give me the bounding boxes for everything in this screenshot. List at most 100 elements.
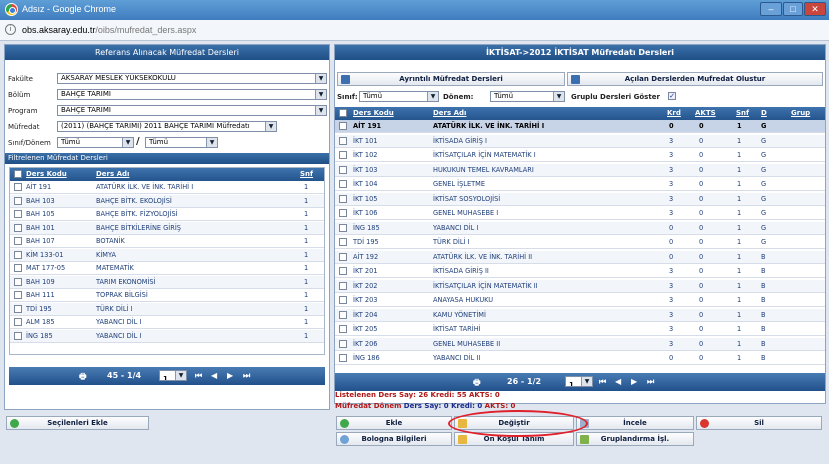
table-row[interactable]: BAH 105 BAHÇE BİTK. FİZYOLOJİSİ 1 — [10, 208, 324, 221]
page-info-icon[interactable]: i — [5, 24, 16, 35]
row-checkbox[interactable] — [14, 277, 22, 286]
row-checkbox[interactable] — [14, 250, 22, 259]
minimize-button[interactable]: ‒ — [760, 2, 782, 16]
table-row[interactable]: BAH 109 TARIM EKONOMİSİ 1 — [10, 275, 324, 289]
table-row[interactable]: TDİ 195 TÜRK DİLİ I 0 0 1 G — [335, 236, 825, 249]
table-row[interactable]: İKT 205 İKTİSAT TARİHİ 3 0 1 B — [335, 323, 825, 336]
row-checkbox[interactable] — [339, 267, 347, 275]
row-checkbox[interactable] — [339, 252, 347, 261]
row-checkbox[interactable] — [339, 310, 347, 319]
term-filter-select[interactable]: Tümü ▼ — [490, 91, 565, 102]
table-row[interactable]: AİT 191 ATATÜRK İLK. VE İNK. TARİHİ I 1 — [10, 181, 324, 194]
department-select[interactable]: BAHÇE TARIMI ▼ — [57, 89, 327, 100]
page-select[interactable]: 1 ▼ — [159, 370, 187, 381]
table-row[interactable]: İKT 201 İKTİSADA GİRİŞ II 3 0 1 B — [335, 265, 825, 278]
table-row[interactable]: İNG 186 YABANCI DİL II 0 0 1 B — [335, 352, 825, 365]
select-all-checkbox[interactable] — [14, 170, 22, 178]
table-row[interactable]: AİT 192 ATATÜRK İLK. VE İNK. TARİHİ II 0 0 1… — [335, 250, 825, 264]
row-checkbox[interactable] — [14, 331, 22, 340]
print-icon[interactable]: 🖶 — [473, 377, 481, 391]
row-checkbox[interactable] — [339, 281, 347, 290]
table-row[interactable]: BAH 101 BAHÇE BİTKİLERİNE GİRİŞ 1 — [10, 221, 324, 235]
col-class[interactable]: Snf — [300, 168, 313, 181]
last-page-icon[interactable]: ⏭ — [647, 377, 654, 387]
row-checkbox[interactable] — [14, 223, 22, 232]
row-checkbox[interactable] — [14, 210, 22, 218]
address-bar[interactable]: i obs.aksaray.edu.tr/oibs/mufredat_ders.… — [0, 20, 829, 41]
detailed-courses-button[interactable]: Ayrıntılı Müfredat Dersleri — [337, 72, 565, 86]
col-course-name[interactable]: Ders Adı — [96, 168, 129, 181]
row-checkbox[interactable] — [339, 339, 347, 348]
table-row[interactable]: İKT 202 İKTİSATÇILAR İÇİN MATEMATİK II 3 0 1… — [335, 279, 825, 293]
curriculum-select[interactable]: (2011) (BAHÇE TARIMI) 2011 BAHÇE TARIMI … — [57, 121, 277, 132]
row-checkbox[interactable] — [339, 354, 347, 362]
row-checkbox[interactable] — [339, 122, 347, 130]
inspect-button[interactable]: İncele — [576, 416, 694, 430]
close-window-button[interactable]: ✕ — [804, 2, 826, 16]
table-row[interactable]: İKT 103 HUKUKUN TEMEL KAVRAMLARI 3 0 1 G — [335, 163, 825, 177]
table-row[interactable]: İKT 204 KAMU YÖNETİMİ 3 0 1 B — [335, 308, 825, 322]
select-all-checkbox[interactable] — [339, 109, 347, 117]
add-button[interactable]: Ekle — [336, 416, 452, 430]
page-select[interactable]: 1 ▼ — [565, 376, 593, 387]
term-select[interactable]: Tümü ▼ — [145, 137, 218, 148]
create-curriculum-button[interactable]: Açılan Derslerden Mufredat Olustur — [567, 72, 823, 86]
col-group[interactable]: Grup — [791, 107, 810, 120]
grouping-button[interactable]: Gruplandırma İşl. — [576, 432, 694, 446]
add-selected-button[interactable]: Seçilenleri Ekle — [6, 416, 149, 430]
table-row[interactable]: İKT 104 GENEL İŞLETME 3 0 1 G — [335, 178, 825, 191]
table-row[interactable]: ALM 185 YABANCI DİL I 1 — [10, 316, 324, 329]
row-checkbox[interactable] — [339, 223, 347, 232]
print-icon[interactable]: 🖶 — [79, 371, 87, 385]
row-checkbox[interactable] — [339, 151, 347, 159]
maximize-button[interactable]: □ — [783, 2, 803, 16]
col-class[interactable]: Snf — [736, 107, 749, 120]
table-row[interactable]: AİT 191 ATATÜRK İLK. VE İNK. TARİHİ I 0 0 1 G — [335, 120, 825, 133]
col-term[interactable]: D — [761, 107, 767, 120]
row-checkbox[interactable] — [339, 136, 347, 145]
first-page-icon[interactable]: ⏮ — [599, 377, 606, 387]
table-row[interactable]: BAH 107 BOTANİK 1 — [10, 235, 324, 248]
col-course-name[interactable]: Ders Adı — [433, 107, 466, 120]
row-checkbox[interactable] — [14, 291, 22, 299]
first-page-icon[interactable]: ⏮ — [195, 371, 202, 381]
row-checkbox[interactable] — [14, 183, 22, 191]
table-row[interactable]: BAH 103 BAHÇE BİTK. EKOLOJİSİ 1 — [10, 194, 324, 208]
class-select[interactable]: Tümü ▼ — [57, 137, 134, 148]
table-row[interactable]: İKT 105 İKTİSAT SOSYOLOJİSİ 3 0 1 G — [335, 192, 825, 206]
table-row[interactable]: İKT 206 GENEL MUHASEBE II 3 0 1 B — [335, 337, 825, 351]
row-checkbox[interactable] — [14, 264, 22, 272]
table-row[interactable]: İNG 185 YABANCI DİL I 1 — [10, 329, 324, 343]
col-course-code[interactable]: Ders Kodu — [353, 107, 394, 120]
faculty-select[interactable]: AKSARAY MESLEK YÜKSEKOKULU ▼ — [57, 73, 327, 84]
next-page-icon[interactable]: ▶ — [631, 377, 637, 386]
url-text[interactable]: obs.aksaray.edu.tr/oibs/mufredat_ders.as… — [22, 25, 196, 35]
table-row[interactable]: MAT 177-05 MATEMATİK 1 — [10, 262, 324, 275]
row-checkbox[interactable] — [14, 318, 22, 326]
table-row[interactable]: KİM 133-01 KİMYA 1 — [10, 248, 324, 262]
table-row[interactable]: İKT 106 GENEL MUHASEBE I 3 0 1 G — [335, 207, 825, 220]
row-checkbox[interactable] — [339, 209, 347, 217]
bologna-info-button[interactable]: Bologna Bilgileri — [336, 432, 452, 446]
table-row[interactable]: İNG 185 YABANCI DİL I 0 0 1 G — [335, 221, 825, 235]
row-checkbox[interactable] — [339, 194, 347, 203]
table-row[interactable]: İKT 102 İKTİSATÇILAR İÇİN MATEMATİK I 3 0 1 G — [335, 149, 825, 162]
table-row[interactable]: İKT 101 İKTİSADA GİRİŞ I 3 0 1 G — [335, 134, 825, 148]
table-row[interactable]: BAH 111 TOPRAK BİLGİSİ 1 — [10, 289, 324, 302]
next-page-icon[interactable]: ▶ — [227, 371, 233, 380]
row-checkbox[interactable] — [339, 296, 347, 304]
program-select[interactable]: BAHÇE TARIMI ▼ — [57, 105, 327, 116]
row-checkbox[interactable] — [14, 304, 22, 313]
row-checkbox[interactable] — [339, 238, 347, 246]
col-ects[interactable]: AKTS — [695, 107, 716, 120]
row-checkbox[interactable] — [14, 237, 22, 245]
last-page-icon[interactable]: ⏭ — [243, 371, 250, 381]
delete-button[interactable]: Sil — [696, 416, 822, 430]
row-checkbox[interactable] — [339, 180, 347, 188]
row-checkbox[interactable] — [339, 325, 347, 333]
prev-page-icon[interactable]: ◀ — [615, 377, 621, 386]
grouped-courses-checkbox[interactable]: ✓ — [668, 92, 676, 100]
class-filter-select[interactable]: Tümü ▼ — [359, 91, 439, 102]
row-checkbox[interactable] — [339, 165, 347, 174]
table-row[interactable]: İKT 203 ANAYASA HUKUKU 3 0 1 B — [335, 294, 825, 307]
